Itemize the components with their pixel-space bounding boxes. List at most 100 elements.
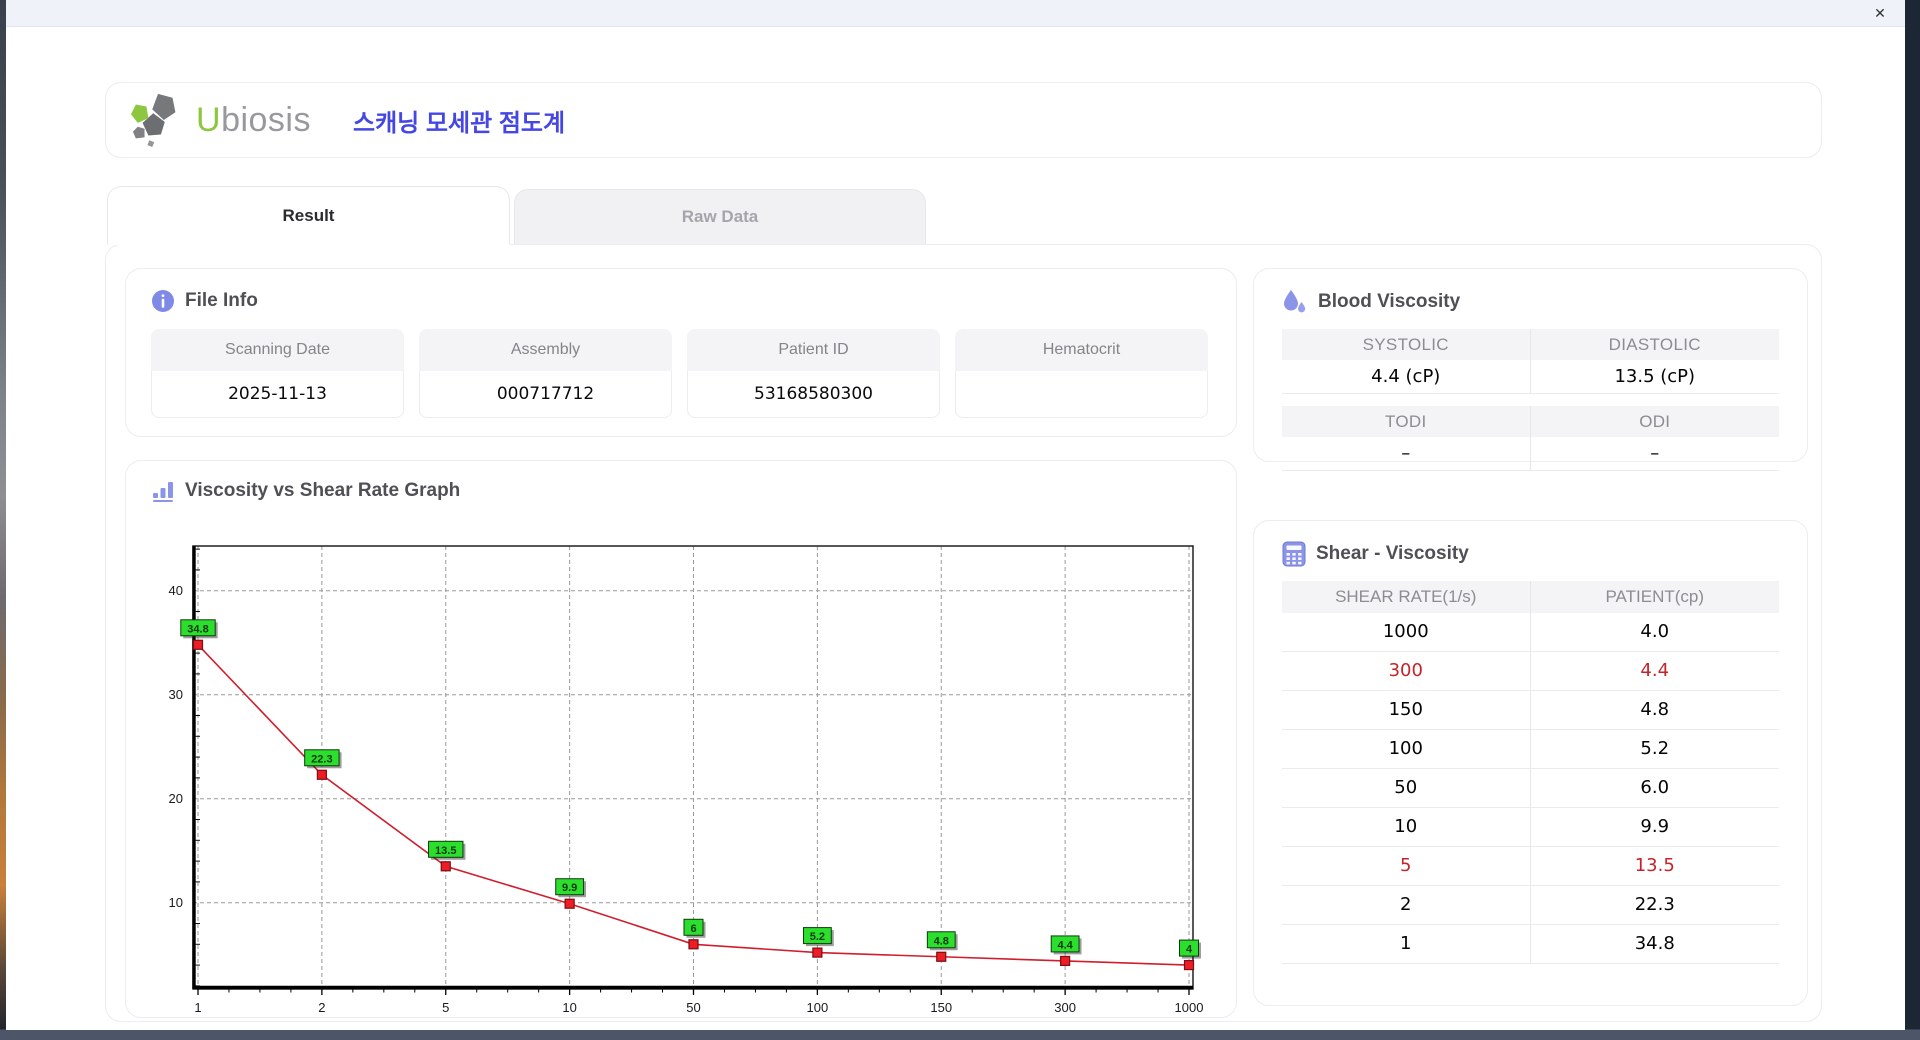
blood-viscosity-title-row: Blood Viscosity bbox=[1282, 289, 1779, 315]
shear-rate-cell: 150 bbox=[1282, 691, 1531, 729]
svg-text:34.8: 34.8 bbox=[187, 623, 208, 635]
blood-table-header-cell: TODI bbox=[1282, 406, 1531, 437]
blood-viscosity-title: Blood Viscosity bbox=[1318, 291, 1461, 312]
graph-card: Viscosity vs Shear Rate Graph 10 20 30 40 1 2… bbox=[125, 460, 1237, 1018]
svg-text:30: 30 bbox=[169, 687, 183, 702]
svg-text:5.2: 5.2 bbox=[810, 931, 825, 943]
tab-result[interactable]: Result bbox=[107, 186, 510, 245]
shear-table-row: 1 34.8 bbox=[1282, 925, 1779, 964]
file-info-field-value: 000717712 bbox=[419, 371, 672, 418]
file-info-field-label: Scanning Date bbox=[151, 329, 404, 371]
file-info-card: File Info Scanning Date 2025-11-13 Assembl… bbox=[125, 268, 1237, 437]
app-title: 스캐닝 모세관 점도계 bbox=[353, 109, 566, 137]
svg-text:50: 50 bbox=[686, 1000, 700, 1015]
blood-table-header-cell: DIASTOLIC bbox=[1530, 329, 1779, 360]
shear-rate-cell: 100 bbox=[1282, 730, 1531, 768]
file-info-field-value bbox=[955, 371, 1208, 418]
svg-text:4.4: 4.4 bbox=[1057, 939, 1073, 951]
viscosity-chart: 10 20 30 40 1 2 5 10 50 100 150 300 1000 34.8 22.3 13.5… bbox=[169, 545, 1204, 1015]
shear-table-row: 1000 4.0 bbox=[1282, 613, 1779, 652]
file-info-field: Patient ID 53168580300 bbox=[687, 329, 940, 418]
tab-raw-data[interactable]: Raw Data bbox=[514, 189, 926, 245]
graph-title: Viscosity vs Shear Rate Graph bbox=[185, 480, 461, 501]
svg-text:9.9: 9.9 bbox=[562, 882, 577, 894]
svg-text:6: 6 bbox=[690, 923, 696, 935]
file-info-fields: Scanning Date 2025-11-13 Assembly 000717712… bbox=[151, 329, 1211, 418]
shear-table-row: 100 5.2 bbox=[1282, 730, 1779, 769]
shear-table-header: SHEAR RATE(1/s) PATIENT(cp) bbox=[1282, 581, 1779, 613]
svg-text:2: 2 bbox=[318, 1000, 325, 1015]
svg-text:10: 10 bbox=[169, 895, 183, 910]
svg-text:13.5: 13.5 bbox=[435, 845, 456, 857]
svg-text:22.3: 22.3 bbox=[311, 753, 332, 765]
shear-table-row: 150 4.8 bbox=[1282, 691, 1779, 730]
droplets-icon bbox=[1282, 289, 1308, 315]
shear-rate-column-header: SHEAR RATE(1/s) bbox=[1282, 581, 1531, 613]
patient-column-header: PATIENT(cp) bbox=[1605, 587, 1705, 606]
file-info-field-value: 53168580300 bbox=[687, 371, 940, 418]
svg-text:1000: 1000 bbox=[1175, 1000, 1204, 1015]
desktop-bottom-strip bbox=[0, 1029, 1920, 1040]
patient-viscosity-cell: 4.4 bbox=[1640, 660, 1670, 681]
blood-viscosity-card: Blood Viscosity SYSTOLIC DIASTOLIC 4.4 (cP… bbox=[1253, 268, 1808, 471]
blood-table-gap bbox=[1282, 394, 1779, 406]
file-info-title-row: File Info bbox=[151, 289, 1211, 313]
patient-viscosity-cell: 34.8 bbox=[1634, 933, 1675, 954]
svg-text:5: 5 bbox=[442, 1000, 449, 1015]
shear-rate-cell: 1 bbox=[1282, 925, 1531, 963]
graph-title-row: Viscosity vs Shear Rate Graph bbox=[151, 479, 1211, 503]
file-info-field: Hematocrit bbox=[955, 329, 1208, 418]
file-info-field-label: Patient ID bbox=[687, 329, 940, 371]
shear-rate-cell: 5 bbox=[1282, 847, 1531, 885]
shear-table-row: 300 4.4 bbox=[1282, 652, 1779, 691]
shear-viscosity-card: Shear - Viscosity SHEAR RATE(1/s) PATIEN… bbox=[1253, 520, 1808, 1006]
blood-table-value-row: 4.4 (cP) 13.5 (cP) bbox=[1282, 360, 1779, 394]
blood-table-value-cell: 4.4 (cP) bbox=[1282, 360, 1531, 394]
svg-text:4.8: 4.8 bbox=[934, 935, 949, 947]
blood-table-header-row: SYSTOLIC DIASTOLIC bbox=[1282, 329, 1779, 360]
blood-table-value-row: – – bbox=[1282, 437, 1779, 471]
patient-viscosity-cell: 4.8 bbox=[1640, 699, 1670, 720]
desktop-right-strip bbox=[1905, 0, 1920, 1030]
shear-rate-cell: 2 bbox=[1282, 886, 1531, 924]
bar-chart-icon bbox=[151, 479, 175, 503]
shear-viscosity-table: SHEAR RATE(1/s) PATIENT(cp) 1000 4.0 300 4.… bbox=[1282, 581, 1779, 964]
patient-viscosity-cell: 4.0 bbox=[1640, 621, 1670, 642]
ubiosis-logo-text: Ubiosis bbox=[196, 101, 311, 140]
shear-viscosity-title: Shear - Viscosity bbox=[1316, 543, 1469, 564]
blood-table-header-row: TODI ODI bbox=[1282, 406, 1779, 437]
svg-text:150: 150 bbox=[930, 1000, 952, 1015]
shear-viscosity-title-row: Shear - Viscosity bbox=[1282, 541, 1779, 567]
svg-text:20: 20 bbox=[169, 791, 183, 806]
logo-text-rest: biosis bbox=[221, 100, 311, 139]
patient-viscosity-cell: 22.3 bbox=[1634, 894, 1675, 915]
blood-table-value-cell: – bbox=[1282, 437, 1531, 471]
shear-rate-cell: 300 bbox=[1282, 652, 1531, 690]
logo-letter-u: U bbox=[196, 100, 222, 139]
blood-table-header-cell: SYSTOLIC bbox=[1282, 329, 1531, 360]
blood-table-value-cell: 13.5 (cP) bbox=[1530, 360, 1779, 394]
shear-rate-cell: 10 bbox=[1282, 808, 1531, 846]
screen: ✕ Ubiosis 스캐닝 모세관 점도계 Result Raw Data Fi… bbox=[0, 0, 1920, 1040]
header-card: Ubiosis 스캐닝 모세관 점도계 bbox=[105, 82, 1822, 158]
shear-table-body: 1000 4.0 300 4.4 150 4.8 100 5.2 50 6.0 10 9.9 5 13.5… bbox=[1282, 613, 1779, 964]
file-info-field: Scanning Date 2025-11-13 bbox=[151, 329, 404, 418]
calculator-icon bbox=[1282, 541, 1306, 567]
patient-viscosity-cell: 13.5 bbox=[1634, 855, 1675, 876]
shear-table-row: 10 9.9 bbox=[1282, 808, 1779, 847]
close-icon[interactable]: ✕ bbox=[1869, 3, 1891, 23]
blood-table-header-cell: ODI bbox=[1530, 406, 1779, 437]
blood-table-value-cell: – bbox=[1530, 437, 1779, 471]
file-info-field-value: 2025-11-13 bbox=[151, 371, 404, 418]
file-info-field: Assembly 000717712 bbox=[419, 329, 672, 418]
blood-viscosity-table: SYSTOLIC DIASTOLIC 4.4 (cP) 13.5 (cP) TODI OD… bbox=[1282, 329, 1779, 471]
svg-text:300: 300 bbox=[1054, 1000, 1076, 1015]
ubiosis-logo: Ubiosis bbox=[128, 92, 311, 148]
patient-viscosity-cell: 5.2 bbox=[1640, 738, 1670, 759]
patient-viscosity-cell: 9.9 bbox=[1640, 816, 1670, 837]
window-titlebar: ✕ bbox=[6, 0, 1905, 27]
svg-text:1: 1 bbox=[194, 1000, 201, 1015]
file-info-field-label: Assembly bbox=[419, 329, 672, 371]
patient-viscosity-cell: 6.0 bbox=[1640, 777, 1670, 798]
file-info-title: File Info bbox=[185, 290, 258, 311]
